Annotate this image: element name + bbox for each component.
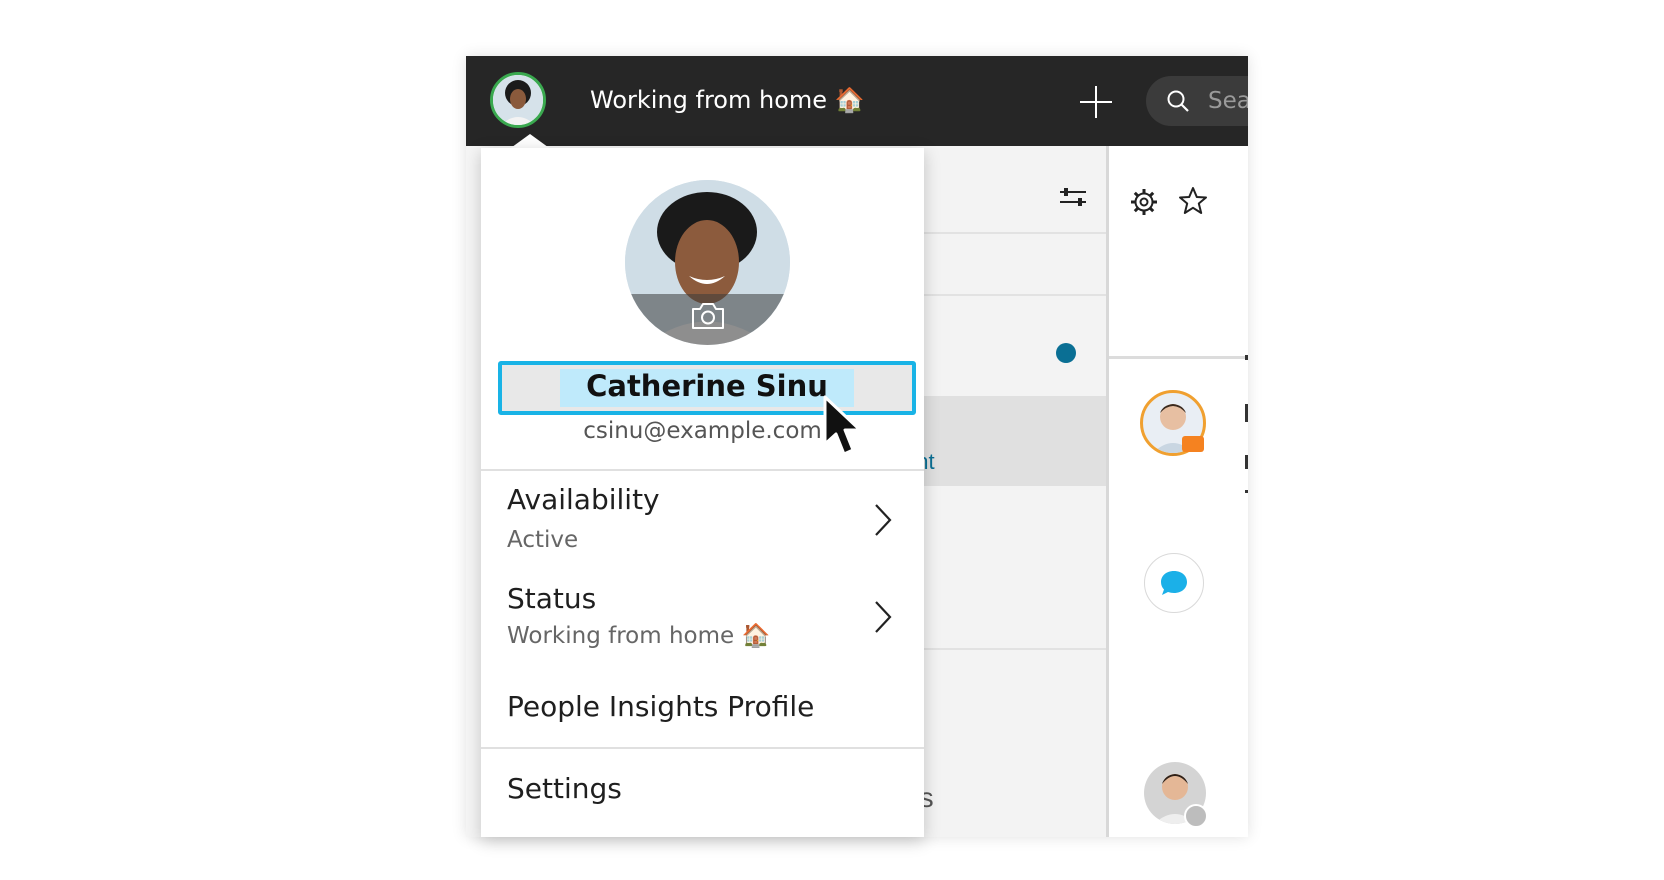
conversation-list (924, 146, 1116, 837)
chevron-right-icon (875, 601, 892, 633)
edge-mark (1245, 455, 1248, 469)
chat-icon (1161, 571, 1187, 595)
availability-menu-item[interactable]: Availability Active (481, 471, 924, 565)
people-insights-label: People Insights Profile (507, 690, 815, 723)
settings-menu-item[interactable]: Settings (481, 750, 924, 830)
divider (481, 747, 924, 749)
status-menu-item[interactable]: Status Working from home 🏠 (481, 570, 924, 664)
divider (1109, 356, 1248, 359)
video-icon (1182, 436, 1204, 452)
sliders-icon[interactable] (1058, 185, 1088, 209)
user-avatar-button[interactable] (490, 72, 546, 128)
top-bar: Working from home 🏠 Sea (466, 56, 1248, 146)
settings-label: Settings (507, 772, 622, 805)
edge-mark (1245, 355, 1248, 360)
chat-button[interactable] (1144, 553, 1204, 613)
current-status-text[interactable]: Working from home 🏠 (590, 86, 865, 114)
availability-value: Active (507, 527, 579, 553)
search-bar[interactable]: Sea (1146, 76, 1248, 126)
right-panel (1109, 146, 1248, 837)
chevron-right-icon (875, 504, 892, 536)
star-icon[interactable] (1178, 186, 1208, 216)
divider (924, 294, 1116, 296)
avatar (493, 75, 543, 125)
gear-icon[interactable] (1130, 188, 1158, 216)
edge-mark (1245, 404, 1248, 422)
profile-photo[interactable] (625, 180, 790, 345)
clock-icon (1184, 804, 1208, 828)
divider (924, 648, 1116, 650)
edge-mark (1245, 490, 1248, 493)
photo-overlay (625, 294, 790, 345)
search-placeholder: Sea (1208, 88, 1248, 114)
camera-icon (692, 303, 724, 329)
divider (924, 232, 1116, 234)
search-icon (1167, 90, 1189, 112)
status-label: Status (507, 582, 597, 615)
mouse-pointer-icon (823, 395, 862, 456)
selected-row[interactable] (924, 396, 1116, 486)
unread-dot (1056, 343, 1076, 363)
availability-label: Availability (507, 483, 660, 516)
plus-icon[interactable] (1076, 82, 1116, 122)
people-insights-menu-item[interactable]: People Insights Profile (481, 672, 924, 742)
status-value: Working from home 🏠 (507, 623, 771, 649)
